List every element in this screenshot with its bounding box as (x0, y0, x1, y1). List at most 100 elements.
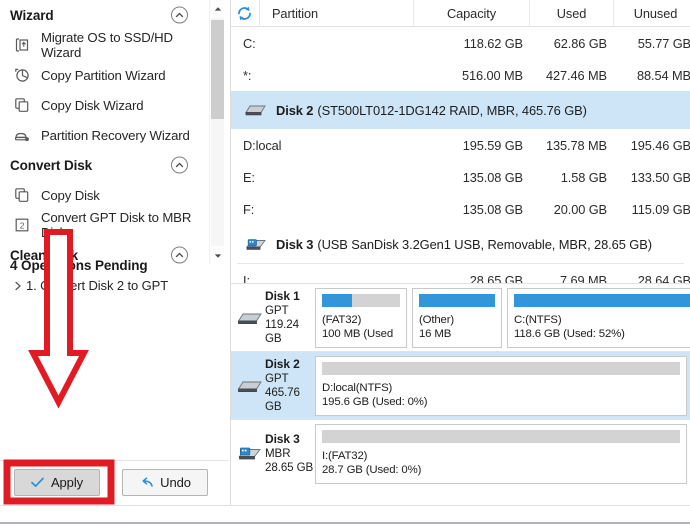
disk-map-partition[interactable]: (FAT32) 100 MB (Used (315, 287, 407, 348)
partition-unused: 115.09 GB (631, 201, 690, 217)
refresh-icon[interactable] (235, 4, 254, 23)
table-row[interactable]: E: 135.08 GB 1.58 GB 133.50 GB (231, 161, 690, 193)
disk-map-panel-disk-1[interactable]: Disk 1 GPT 119.24 GB (FAT32) 100 MB (Use… (231, 283, 690, 351)
disk-map-partitions: (FAT32) 100 MB (Used (Other) 16 MB C:(NT… (315, 287, 690, 348)
undo-arrow-icon (139, 476, 153, 490)
disk-map-scheme: MBR (265, 447, 291, 460)
disk-map-partition[interactable]: I:(FAT32) 28.7 GB (Used: 0%) (315, 423, 687, 484)
undo-button[interactable]: Undo (122, 469, 208, 496)
pending-operation-item[interactable]: 1. Convert Disk 2 to GPT (10, 278, 168, 293)
partition-manager-window: Wizard Migrate OS to SSD/HD Wizard Copy … (0, 0, 690, 524)
disk-map-scheme: GPT (265, 372, 289, 385)
sidebar: Wizard Migrate OS to SSD/HD Wizard Copy … (0, 0, 229, 505)
sidebar-item-partition-recovery[interactable]: Partition Recovery Wizard (0, 120, 208, 150)
disk-map-name: Disk 2 (265, 357, 300, 371)
partition-unused: 195.46 GB (630, 137, 690, 153)
sidebar-item-copy-partition-wizard[interactable]: Copy Partition Wizard (0, 60, 208, 90)
partition-table-body: C: 118.62 GB 62.86 GB 55.77 GB *: 516.00… (231, 27, 690, 288)
disk-map-info: Disk 1 GPT 119.24 GB (231, 289, 315, 346)
hdd-icon (235, 378, 265, 394)
checkmark-icon (31, 476, 44, 490)
table-row[interactable]: F: 135.08 GB 20.00 GB 115.09 GB (231, 193, 690, 225)
disk-row-name: Disk 2 (276, 102, 314, 118)
sidebar-item-copy-disk-wizard[interactable]: Copy Disk Wizard (0, 90, 208, 120)
sidebar-section-title: Wizard (10, 7, 54, 23)
partition-used: 20.00 GB (553, 201, 607, 217)
disk-map-partitions: D:local(NTFS) 195.6 GB (Used: 0%) (315, 355, 690, 416)
partition-name: *: (243, 67, 252, 83)
partition-fs: (Other) (419, 313, 455, 326)
table-row[interactable]: D:local 195.59 GB 135.78 MB 195.46 GB (231, 129, 690, 161)
usage-bar (322, 429, 680, 443)
sidebar-scroll-area: Wizard Migrate OS to SSD/HD Wizard Copy … (0, 0, 208, 282)
disk-row-disk-3[interactable]: Disk 3 (USB SanDisk 3.2Gen1 USB, Removab… (231, 225, 690, 263)
apply-button-label: Apply (50, 475, 84, 490)
partition-used: 427.46 MB (546, 67, 607, 83)
sidebar-item-label: Convert GPT Disk to MBR Disk (41, 210, 192, 240)
table-row[interactable]: *: 516.00 MB 427.46 MB 88.54 MB (231, 59, 690, 91)
sidebar-item-migrate-os[interactable]: Migrate OS to SSD/HD Wizard (0, 30, 208, 60)
disk-map-scheme: GPT (265, 304, 289, 317)
chevron-up-circle-icon[interactable] (171, 246, 188, 264)
copy-disk-icon (12, 95, 32, 115)
scroll-up-arrow-icon[interactable] (210, 0, 225, 17)
disk-map-panel-disk-2[interactable]: Disk 2 GPT 465.76 GB D:local(NTFS) 195.6… (231, 351, 690, 419)
disk-map-partition[interactable]: D:local(NTFS) 195.6 GB (Used: 0%) (315, 355, 687, 416)
apply-button[interactable]: Apply (14, 469, 100, 496)
migrate-os-icon (12, 35, 32, 55)
usb-icon (245, 237, 267, 252)
disk-map-size: 28.65 GB (265, 461, 314, 474)
sidebar-item-convert-gpt-to-mbr[interactable]: 2 Convert GPT Disk to MBR Disk (0, 210, 208, 240)
disk-map-labels: Disk 2 GPT 465.76 GB (265, 357, 315, 414)
svg-text:2: 2 (20, 220, 25, 230)
sidebar-section-title: Convert Disk (10, 157, 93, 173)
column-header-unused[interactable]: Unused (613, 0, 690, 27)
disk-map-name: Disk 3 (265, 432, 300, 446)
scroll-down-arrow-icon[interactable] (210, 247, 225, 264)
column-header-capacity[interactable]: Capacity (413, 0, 529, 27)
partition-info: 118.6 GB (Used: 52%) (514, 327, 625, 340)
disk-row-detail: (ST500LT012-1DG142 RAID, MBR, 465.76 GB) (317, 102, 587, 118)
action-button-bar: Apply Undo (0, 460, 229, 505)
column-header-used[interactable]: Used (529, 0, 613, 27)
partition-unused: 55.77 GB (637, 35, 690, 51)
partition-unused: 133.50 GB (630, 169, 690, 185)
partition-fs: I:(FAT32) (322, 449, 368, 462)
table-row[interactable]: C: 118.62 GB 62.86 GB 55.77 GB (231, 27, 690, 59)
partition-capacity: 516.00 MB (462, 67, 523, 83)
hdd-icon (245, 103, 267, 117)
partition-capacity: 195.59 GB (462, 137, 523, 153)
undo-button-label: Undo (160, 475, 191, 490)
disk-row-name: Disk 3 (276, 236, 314, 252)
partition-name: E: (243, 169, 255, 185)
sidebar-section-header-wizard[interactable]: Wizard (0, 0, 208, 30)
partition-unused: 88.54 MB (637, 67, 690, 83)
disk-map-partitions: I:(FAT32) 28.7 GB (Used: 0%) (315, 423, 690, 484)
partition-used: 62.86 GB (553, 35, 607, 51)
usage-bar (514, 293, 690, 307)
sidebar-item-label: Copy Partition Wizard (41, 67, 166, 83)
chevron-right-icon[interactable] (10, 281, 26, 291)
partition-recovery-icon (12, 125, 32, 145)
usb-icon (235, 445, 265, 462)
chevron-up-circle-icon[interactable] (171, 6, 188, 24)
disk-map-panel-disk-3[interactable]: Disk 3 MBR 28.65 GB I:(FAT32) 28.7 GB (U… (231, 419, 690, 487)
sidebar-item-copy-disk[interactable]: Copy Disk (0, 180, 208, 210)
partition-capacity: 135.08 GB (462, 201, 523, 217)
copy-partition-icon (12, 65, 32, 85)
chevron-up-circle-icon[interactable] (171, 156, 188, 174)
sidebar-scrollbar[interactable] (209, 0, 224, 264)
sidebar-scroll-thumb[interactable] (211, 20, 224, 119)
usage-bar (419, 293, 495, 307)
sidebar-section-header-convert-disk[interactable]: Convert Disk (0, 150, 208, 180)
partition-info: 195.6 GB (Used: 0%) (322, 395, 428, 408)
disk-row-disk-2[interactable]: Disk 2 (ST500LT012-1DG142 RAID, MBR, 465… (231, 91, 690, 129)
partition-fs: D:local(NTFS) (322, 381, 393, 394)
partition-capacity: 135.08 GB (462, 169, 523, 185)
disk-map-partition[interactable]: C:(NTFS) 118.6 GB (Used: 52%) (507, 287, 690, 348)
partition-used: 1.58 GB (560, 169, 607, 185)
convert-gpt-mbr-icon: 2 (12, 215, 32, 235)
column-header-partition[interactable]: Partition (259, 0, 413, 27)
disk-map-partition[interactable]: (Other) 16 MB (412, 287, 502, 348)
disk-map-size: 465.76 GB (265, 386, 300, 413)
